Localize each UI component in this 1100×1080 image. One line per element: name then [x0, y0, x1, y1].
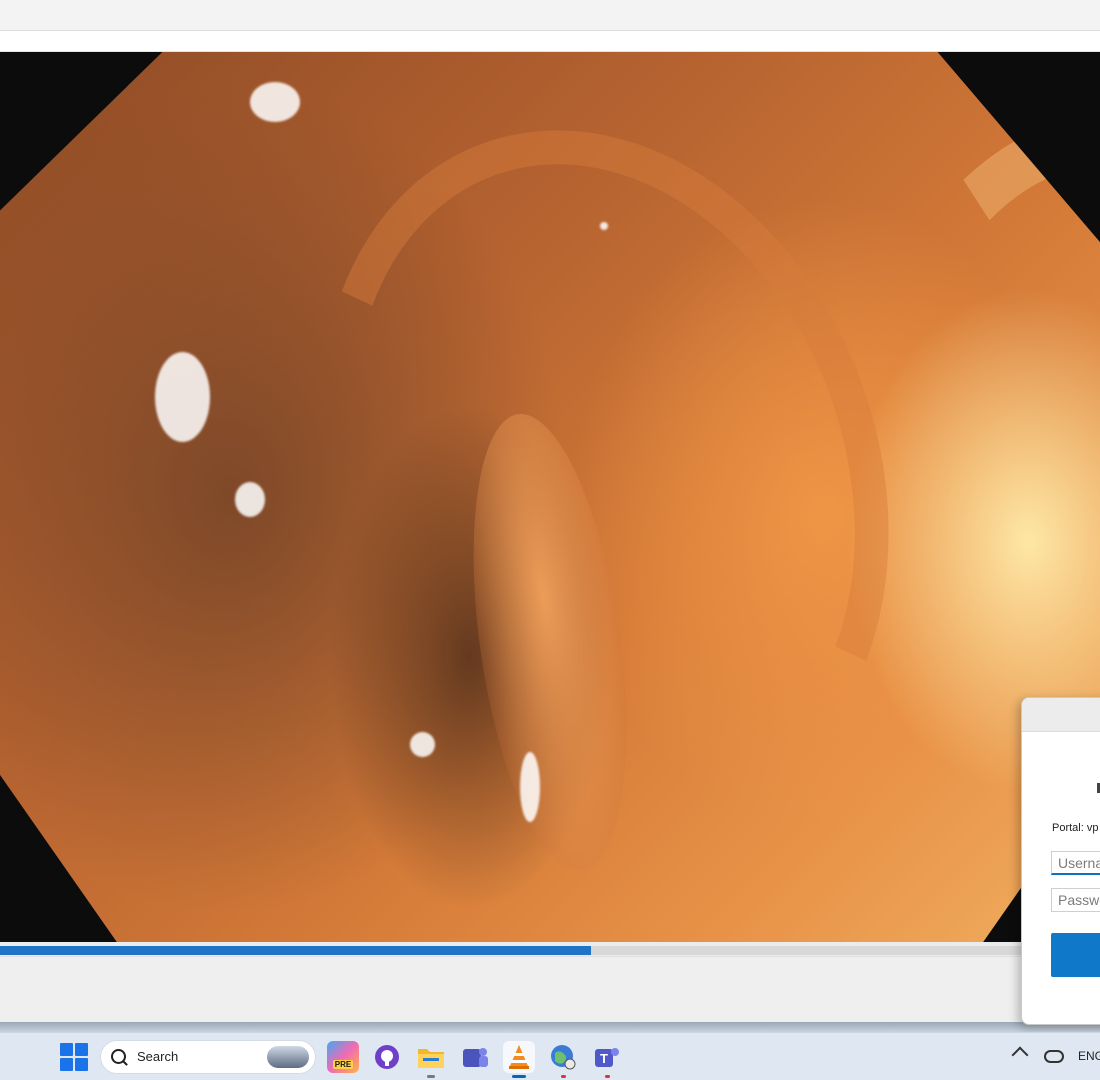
search-highlight-image [267, 1046, 309, 1068]
window-title-bar[interactable] [0, 0, 1100, 31]
teams-work-icon[interactable]: T [591, 1041, 623, 1078]
vpn-login-dialog: Portal: vp [1021, 697, 1100, 1025]
search-icon [111, 1049, 126, 1064]
vpn-connect-button[interactable] [1051, 933, 1100, 977]
desktop-screen: Portal: vp Search PRE [0, 0, 1100, 1080]
search-label: Search [137, 1049, 179, 1064]
running-indicator [427, 1075, 435, 1078]
player-controls-panel [0, 956, 1100, 1023]
light-reflection [235, 482, 265, 517]
input-language-indicator[interactable]: ENG [1078, 1049, 1100, 1063]
password-input[interactable] [1051, 888, 1100, 912]
alert-indicator [605, 1075, 610, 1078]
endoscopy-video-frame [0, 52, 1100, 942]
window-menu-strip [0, 31, 1100, 52]
show-hidden-icons-chevron-icon[interactable] [1011, 1046, 1029, 1064]
svg-text:T: T [600, 1051, 608, 1066]
teams-icon[interactable] [459, 1041, 491, 1073]
copilot-icon[interactable]: PRE [327, 1041, 359, 1073]
taskbar: Search PRE T ENG [0, 1032, 1100, 1080]
seek-bar-progress [0, 946, 591, 955]
video-viewport[interactable] [0, 52, 1100, 942]
desktop-wallpaper-strip [0, 1022, 1100, 1032]
file-explorer-icon[interactable] [415, 1041, 447, 1078]
onedrive-cloud-icon[interactable] [1044, 1050, 1064, 1063]
vlc-icon[interactable] [503, 1041, 535, 1078]
vpn-portal-label: Portal: vp [1052, 822, 1099, 834]
active-window-indicator [512, 1075, 526, 1078]
vpn-dialog-header[interactable] [1022, 698, 1100, 732]
windows-start-icon[interactable] [60, 1043, 88, 1071]
vpn-globe-icon[interactable] [547, 1041, 579, 1078]
light-reflection [410, 732, 435, 757]
copilot-pre-badge: PRE [332, 1059, 354, 1069]
light-reflection [600, 222, 608, 230]
github-icon[interactable] [371, 1041, 403, 1073]
light-reflection [155, 352, 210, 442]
seek-bar[interactable] [0, 946, 1100, 955]
light-reflection [250, 82, 300, 122]
username-input[interactable] [1051, 851, 1100, 875]
taskbar-search-box[interactable]: Search [100, 1040, 316, 1074]
light-reflection [520, 752, 540, 822]
alert-indicator [561, 1075, 566, 1078]
